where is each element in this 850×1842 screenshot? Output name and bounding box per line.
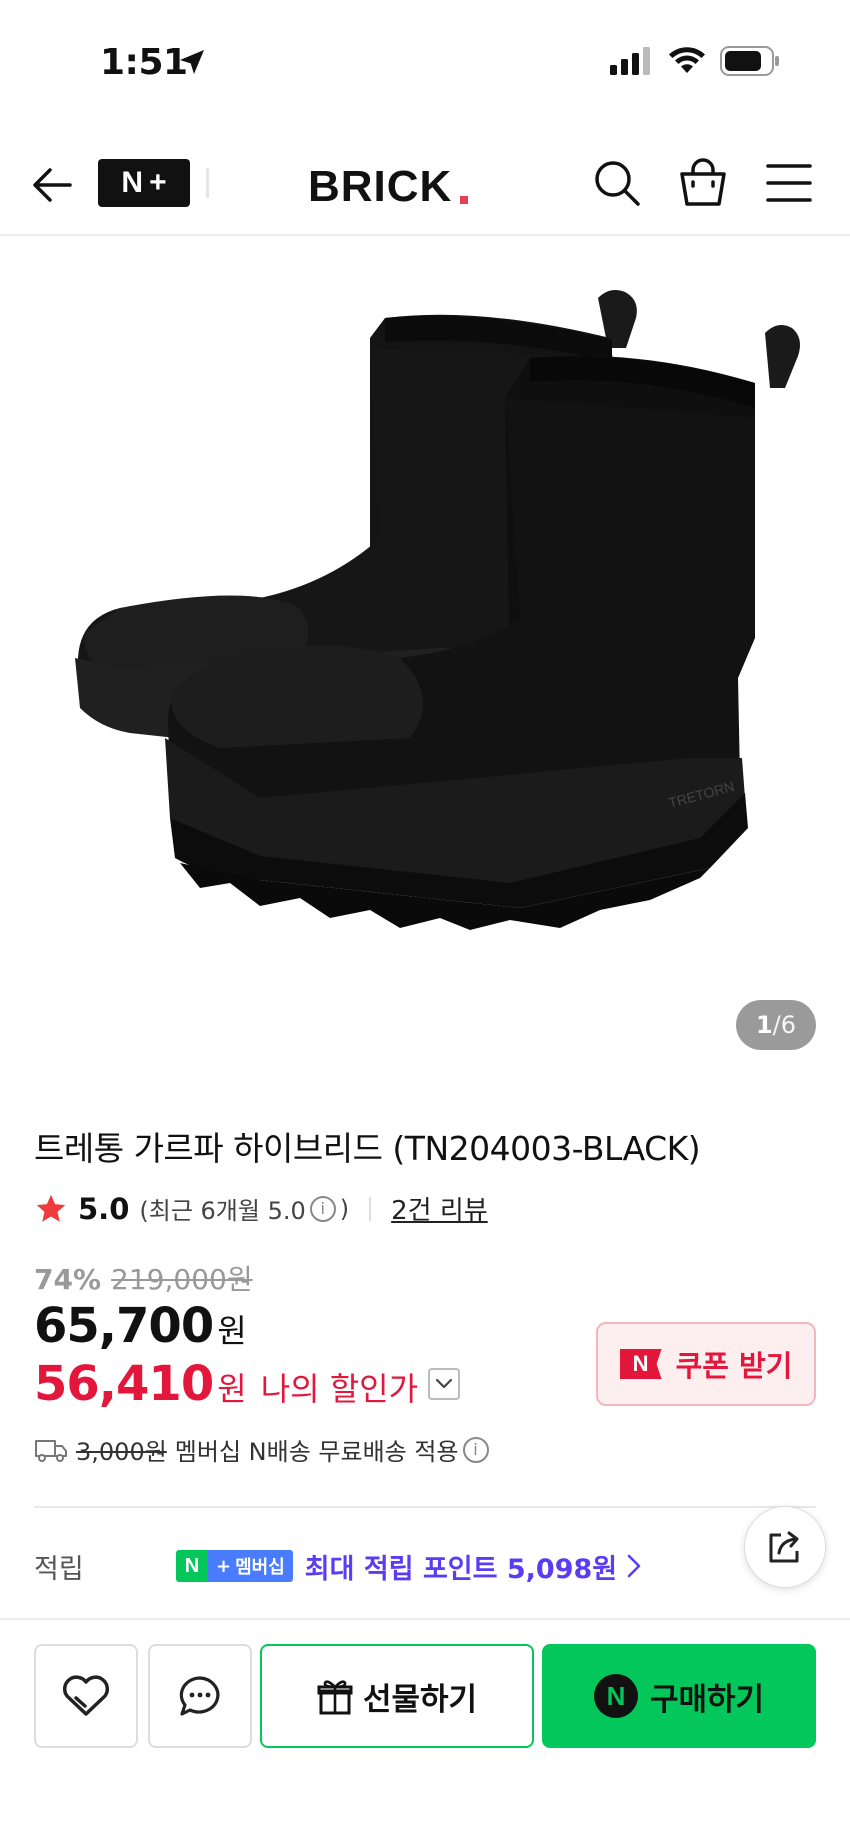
membership-text: 멤버십 <box>235 1557 285 1578</box>
nplus-logo-n: N <box>121 166 144 199</box>
nplus-logo-plus: + <box>149 166 167 199</box>
nplus-logo[interactable]: N + <box>98 159 190 207</box>
sale-price: 65,700 <box>34 1298 214 1354</box>
buy-n-logo: N <box>593 1674 638 1718</box>
shipping-row: 3,000원 멤버십 N배송 무료배송 적용 i <box>34 1432 493 1467</box>
points-row[interactable]: 적립 N + 멤버십 최대 적립 포인트 5,098원 <box>34 1544 754 1588</box>
chevron-right-icon <box>627 1554 641 1578</box>
status-bar: 1:51 <box>0 0 850 120</box>
product-title: 트레통 가르파 하이브리드 (TN204003-BLACK) <box>34 1129 701 1168</box>
menu-icon[interactable] <box>766 162 812 204</box>
talk-button[interactable] <box>148 1644 252 1748</box>
membership-n: N <box>176 1550 208 1582</box>
status-time: 1:51 <box>100 42 188 83</box>
rating-row: 5.0 (최근 6개월 5.0 i ) 2건 리뷰 <box>34 1190 488 1227</box>
points-label: 적립 <box>34 1553 84 1585</box>
heart-icon <box>62 1675 110 1716</box>
buy-label: 구매하기 <box>649 1681 765 1718</box>
my-price-row: 56,410 원 나의 할인가 <box>34 1356 461 1412</box>
my-price: 56,410 <box>34 1356 214 1412</box>
section-divider <box>34 1506 816 1508</box>
my-price-toggle[interactable] <box>428 1368 461 1400</box>
truck-icon <box>35 1439 67 1462</box>
bottom-action-bar: 선물하기 N 구매하기 <box>0 1620 850 1842</box>
shipping-info-icon[interactable]: i <box>462 1436 489 1463</box>
gift-icon <box>317 1680 353 1715</box>
shipping-fee: 3,000원 <box>76 1438 167 1466</box>
product-image[interactable]: TRETORN <box>0 238 850 1068</box>
battery-icon <box>720 46 779 76</box>
price-row: 65,700 원 <box>34 1298 247 1354</box>
original-price: 219,000원 <box>111 1263 253 1296</box>
status-indicators <box>610 46 780 76</box>
chevron-down-icon <box>435 1378 453 1389</box>
star-icon <box>36 1194 66 1222</box>
brand-logo-dot <box>460 196 468 204</box>
coupon-button[interactable]: N 쿠폰 받기 <box>596 1322 816 1406</box>
review-link[interactable]: 2건 리뷰 <box>391 1190 488 1227</box>
rating-score: 5.0 <box>78 1191 130 1226</box>
gift-label: 선물하기 <box>362 1681 478 1718</box>
share-icon <box>769 1531 799 1563</box>
top-navigation: N + BRICK <box>0 140 850 236</box>
image-page-indicator: 1 / 6 <box>736 1000 816 1050</box>
search-icon[interactable] <box>592 158 642 208</box>
nav-divider <box>206 168 209 198</box>
back-arrow-icon[interactable] <box>30 162 76 208</box>
buy-button[interactable]: N 구매하기 <box>542 1644 816 1748</box>
rating-recent: (최근 6개월 5.0 <box>139 1197 306 1225</box>
location-arrow-icon <box>180 50 204 74</box>
like-button[interactable] <box>34 1644 138 1748</box>
sale-price-unit: 원 <box>217 1312 247 1350</box>
points-text: 최대 적립 포인트 5,098원 <box>304 1553 618 1585</box>
info-icon[interactable]: i <box>309 1195 336 1222</box>
shipping-text: 멤버십 N배송 무료배송 적용 <box>174 1438 459 1466</box>
discount-row: 74% 219,000원 <box>34 1258 253 1298</box>
membership-badge: N + 멤버십 <box>176 1550 293 1582</box>
shopping-bag-icon[interactable] <box>678 156 728 208</box>
page-current: 1 <box>755 1011 773 1039</box>
my-price-unit: 원 <box>217 1370 247 1408</box>
page-separator: / <box>772 1011 781 1039</box>
rating-separator <box>369 1196 372 1221</box>
rating-recent-close: ) <box>339 1194 350 1223</box>
coupon-label: 쿠폰 받기 <box>675 1349 793 1383</box>
share-button[interactable] <box>744 1506 826 1588</box>
chat-icon <box>179 1676 220 1716</box>
boots-image: TRETORN <box>75 290 800 930</box>
brand-logo[interactable]: BRICK <box>308 162 452 212</box>
page-total: 6 <box>780 1011 797 1039</box>
my-price-label: 나의 할인가 <box>260 1370 419 1408</box>
signal-icon <box>610 47 650 75</box>
gift-button[interactable]: 선물하기 <box>260 1644 534 1748</box>
wifi-icon <box>669 47 705 73</box>
membership-plus: + 멤버십 <box>208 1550 293 1582</box>
membership-plus-sign: + <box>216 1555 232 1577</box>
coupon-n-logo: N <box>619 1349 662 1379</box>
discount-rate: 74% <box>34 1263 102 1296</box>
